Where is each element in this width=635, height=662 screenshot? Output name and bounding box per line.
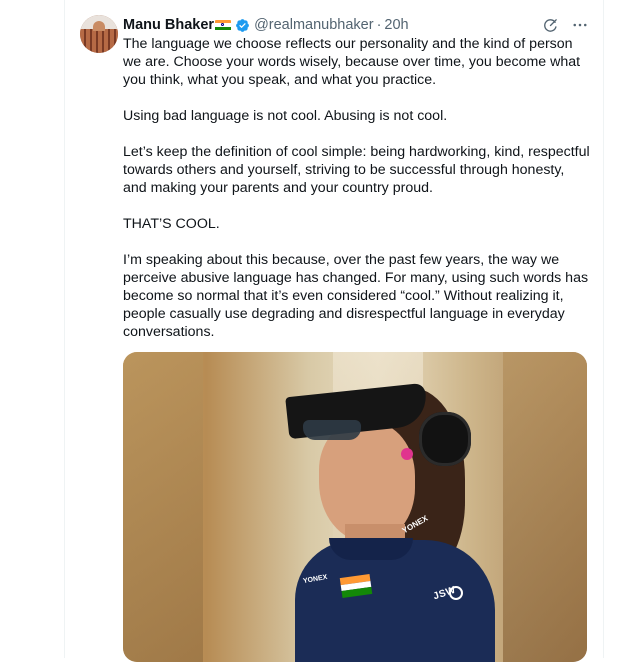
background-panel (123, 352, 203, 662)
background-panel (503, 352, 587, 662)
tweet-paragraph: THAT’S COOL. (123, 216, 220, 232)
avatar-building (80, 29, 118, 53)
tweet-paragraph: I’m speaking about this because, over th… (123, 252, 589, 340)
photo-hair-bow (419, 412, 471, 466)
tweet-header-actions (541, 15, 589, 35)
author-name[interactable]: Manu Bhaker (123, 17, 214, 33)
avatar-dome (93, 21, 105, 31)
tweet-paragraph: Using bad language is not cool. Abusing … (123, 108, 448, 124)
timeline-border-right (603, 0, 604, 658)
photo-earplug (401, 448, 413, 460)
india-flag-patch-icon (339, 574, 373, 598)
tweet-paragraph: Let’s keep the definition of cool simple… (123, 144, 590, 196)
photo-glasses (303, 420, 361, 440)
india-flag-icon (215, 19, 232, 31)
verified-badge-icon[interactable] (235, 18, 250, 33)
avatar[interactable] (80, 15, 118, 53)
tweet-timestamp[interactable]: 20h (384, 17, 408, 33)
tweet-header: Manu Bhaker @realmanubhaker · 20h (123, 15, 589, 35)
more-icon[interactable] (571, 16, 589, 34)
author-handle[interactable]: @realmanubhaker (254, 17, 374, 33)
header-separator: · (376, 17, 382, 33)
tweet-photo[interactable]: JSW YONEX YONEX (123, 352, 587, 662)
tweet-text: The language we choose reflects our pers… (123, 35, 591, 359)
photo-collar (329, 538, 413, 560)
grok-icon[interactable] (541, 16, 559, 34)
tweet[interactable]: Manu Bhaker @realmanubhaker · 20h The la… (65, 0, 603, 662)
tweet-paragraph: The language we choose reflects our pers… (123, 36, 581, 88)
olympic-rings-icon (449, 586, 463, 600)
